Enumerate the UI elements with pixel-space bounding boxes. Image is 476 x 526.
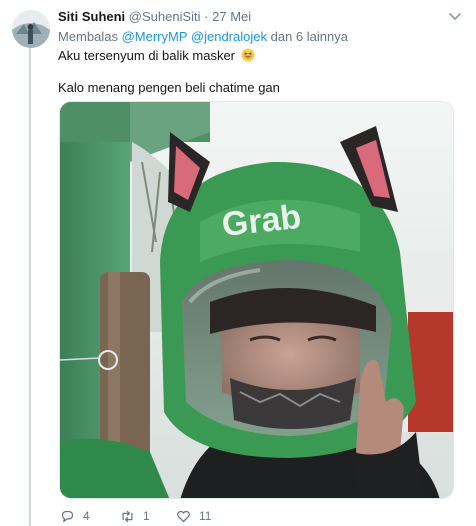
tweet-text-line-2: Kalo menang pengen beli chatime gan — [58, 80, 280, 96]
reply-prefix: Membalas — [58, 29, 118, 44]
tweet-date[interactable]: 27 Mei — [212, 9, 251, 24]
tweet-text-line-1: Aku tersenyum di balik masker — [58, 48, 255, 64]
tweet-photo[interactable]: Grab — [59, 101, 454, 499]
replying-to: Membalas @MerryMP @jendralojek dan 6 lai… — [58, 29, 348, 45]
retweet-button[interactable]: 1 — [120, 508, 150, 524]
thread-line — [29, 48, 31, 526]
reply-others[interactable]: dan 6 lainnya — [271, 29, 348, 44]
reply-icon — [60, 509, 75, 524]
tweet-text: Aku tersenyum di balik masker — [58, 48, 235, 63]
reply-mention-merrymp[interactable]: @MerryMP — [122, 29, 188, 44]
reply-mention-jendralojek[interactable]: @jendralojek — [191, 29, 267, 44]
avatar[interactable] — [12, 10, 50, 48]
retweet-count: 1 — [143, 509, 150, 523]
chevron-down-icon[interactable] — [448, 11, 462, 23]
author-handle[interactable]: @SuheniSiti — [129, 9, 201, 24]
reply-button[interactable]: 4 — [60, 508, 90, 524]
selfie-photo: Grab — [60, 102, 454, 499]
tweet-header: Siti Suheni @SuheniSiti · 27 Mei — [58, 9, 466, 27]
tweet: Siti Suheni @SuheniSiti · 27 Mei Membala… — [0, 0, 476, 526]
retweet-icon — [120, 509, 135, 524]
heart-icon — [176, 509, 191, 524]
like-count: 11 — [199, 509, 211, 523]
reply-count: 4 — [83, 509, 90, 523]
separator-dot: · — [204, 9, 208, 24]
author-name[interactable]: Siti Suheni — [58, 9, 125, 24]
grinning-squinting-face-icon — [241, 48, 255, 62]
like-button[interactable]: 11 — [176, 508, 211, 524]
